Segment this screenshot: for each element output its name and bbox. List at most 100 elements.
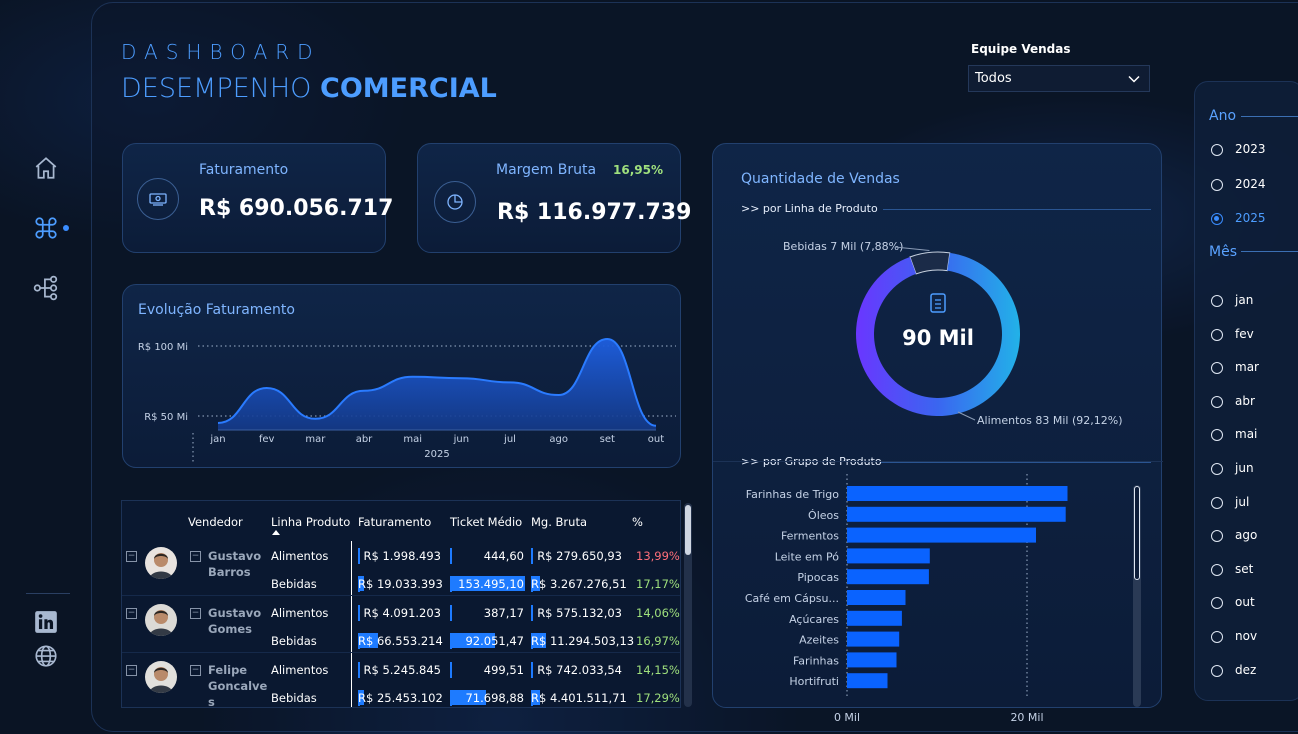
mes-dez-radio[interactable] xyxy=(1211,664,1223,677)
vendedor-name: Felipe Goncalve s xyxy=(208,663,268,708)
collapse-icon[interactable]: − xyxy=(190,665,201,676)
document-icon xyxy=(930,293,946,313)
bar-category-label: Fermentos xyxy=(781,530,839,543)
collapse-icon[interactable]: − xyxy=(190,608,201,619)
bar xyxy=(847,548,930,564)
mes-out-radio[interactable] xyxy=(1211,597,1223,610)
column-header[interactable]: Ticket Médio xyxy=(450,515,522,529)
linha-produto: Alimentos xyxy=(271,663,329,677)
donut-center-value: 90 Mil xyxy=(902,326,974,350)
bar xyxy=(847,652,897,668)
ticket-value: 92.051,47 xyxy=(465,634,524,648)
mes-nov-radio[interactable] xyxy=(1211,631,1223,643)
vendedor-name: Gustavo Barros xyxy=(208,549,262,579)
mes-nov-label[interactable]: nov xyxy=(1235,629,1257,643)
faturamento-value: R$ 66.553.214 xyxy=(358,634,443,648)
linkedin-icon[interactable] xyxy=(32,608,60,636)
x-tick-label: jan xyxy=(209,434,225,445)
mes-abr-label[interactable]: abr xyxy=(1235,394,1255,408)
x-axis-year: 2025 xyxy=(424,449,449,460)
scroll-thumb[interactable] xyxy=(1134,486,1140,580)
mes-jul-radio[interactable] xyxy=(1211,496,1223,509)
collapse-icon[interactable]: − xyxy=(126,551,137,562)
kpi-margem-card: Margem Bruta 16,95% R$ 116.977.739 xyxy=(417,143,691,253)
percent-value: 13,99% xyxy=(636,549,680,563)
mes-mai-label[interactable]: mai xyxy=(1235,427,1257,441)
mes-jan-label[interactable]: jan xyxy=(1235,293,1253,307)
scroll-thumb[interactable] xyxy=(685,505,691,555)
column-header[interactable]: % xyxy=(632,515,643,529)
mes-out-label[interactable]: out xyxy=(1235,595,1255,609)
faturamento-value: R$ 1.998.493 xyxy=(363,549,442,563)
mes-mar-radio[interactable] xyxy=(1211,362,1223,375)
divider xyxy=(713,461,1163,462)
x-tick-label: set xyxy=(600,434,615,445)
bar-category-label: Óleos xyxy=(808,509,839,522)
ano-2023-label[interactable]: 2023 xyxy=(1235,142,1266,156)
mes-ago-label[interactable]: ago xyxy=(1235,528,1257,542)
ano-2024-radio[interactable] xyxy=(1211,178,1223,191)
area-chart: R$ 50 Mi R$ 100 Mi jan fev mar abr mai jun jul ag… xyxy=(138,337,676,463)
equipe-vendas-dropdown[interactable]: Todos xyxy=(968,65,1150,92)
mes-dez-label[interactable]: dez xyxy=(1235,663,1256,677)
command-icon[interactable] xyxy=(32,214,60,242)
kpi-faturamento-label: Faturamento xyxy=(199,162,289,178)
bar-scrollbar[interactable] xyxy=(1133,485,1141,707)
mes-jun-label[interactable]: jun xyxy=(1235,461,1254,475)
mes-ago-radio[interactable] xyxy=(1211,530,1223,543)
bar-category-label: Farinhas de Trigo xyxy=(746,488,839,501)
donut-slice xyxy=(909,251,951,275)
globe-icon[interactable] xyxy=(32,642,60,670)
column-header[interactable]: Vendedor xyxy=(188,515,243,529)
ano-2025-label[interactable]: 2025 xyxy=(1235,211,1266,225)
divider xyxy=(881,462,1151,463)
sort-arrow-icon[interactable] xyxy=(272,530,280,535)
ano-2024-label[interactable]: 2024 xyxy=(1235,177,1266,191)
margem-value: R$ 3.267.276,51 xyxy=(531,577,627,591)
column-header[interactable]: Linha Produto xyxy=(271,515,350,529)
home-icon[interactable] xyxy=(32,154,60,182)
mes-set-radio[interactable] xyxy=(1211,563,1223,576)
mes-jul-label[interactable]: jul xyxy=(1235,495,1249,509)
collapse-icon[interactable]: − xyxy=(126,608,137,619)
table-scrollbar[interactable] xyxy=(684,503,692,707)
mes-mai-radio[interactable] xyxy=(1211,429,1223,442)
mes-set-label[interactable]: set xyxy=(1235,562,1253,576)
filter-sidebar: Ano Mês 2023 2024 2025 jan fev mar abr mai jun ju… xyxy=(1194,81,1298,701)
x-tick-label: mai xyxy=(403,434,422,445)
column-header[interactable]: Faturamento xyxy=(358,515,431,529)
ano-2023-radio[interactable] xyxy=(1211,144,1223,156)
mes-mar-label[interactable]: mar xyxy=(1235,360,1259,374)
quantidade-card: Quantidade de Vendas >> por Linha de Pro… xyxy=(712,143,1163,724)
row-divider xyxy=(122,652,680,653)
dropdown-value: Todos xyxy=(975,71,1012,86)
linha-produto: Alimentos xyxy=(271,606,329,620)
bar-category-label: Hortifruti xyxy=(789,675,839,688)
margem-value: R$ 279.650,93 xyxy=(537,549,622,563)
collapse-icon[interactable]: − xyxy=(190,551,201,562)
percent-value: 16,97% xyxy=(636,634,680,648)
collapse-icon[interactable]: − xyxy=(126,665,137,676)
active-indicator xyxy=(63,225,69,231)
mes-jan-radio[interactable] xyxy=(1211,295,1223,307)
filter-label: Equipe Vendas xyxy=(971,42,1071,56)
hierarchy-icon[interactable] xyxy=(32,274,60,302)
mes-fev-label[interactable]: fev xyxy=(1235,327,1254,341)
column-header[interactable]: Mg. Bruta xyxy=(531,515,587,529)
kpi-margem-value: R$ 116.977.739 xyxy=(497,200,692,225)
y-tick-label: R$ 50 Mi xyxy=(144,412,188,423)
mes-jun-radio[interactable] xyxy=(1211,463,1223,475)
linha-produto: Bebidas xyxy=(271,577,317,591)
avatar xyxy=(145,547,177,579)
dashboard-label: DASHBOARD xyxy=(121,40,321,64)
mes-abr-radio[interactable] xyxy=(1211,395,1223,408)
x-tick-label: abr xyxy=(356,434,373,445)
x-tick-label: out xyxy=(648,434,664,445)
vendedor-name: Gustavo Gomes xyxy=(208,606,262,636)
bar-category-label: Açúcares xyxy=(789,613,839,626)
page-title-light: DESEMPENHO xyxy=(121,73,312,104)
bar xyxy=(847,590,906,605)
mes-fev-radio[interactable] xyxy=(1211,328,1223,341)
vendedores-table: Vendedor Linha Produto Faturamento Ticket M… xyxy=(121,500,681,708)
ano-2025-radio[interactable] xyxy=(1211,213,1223,225)
